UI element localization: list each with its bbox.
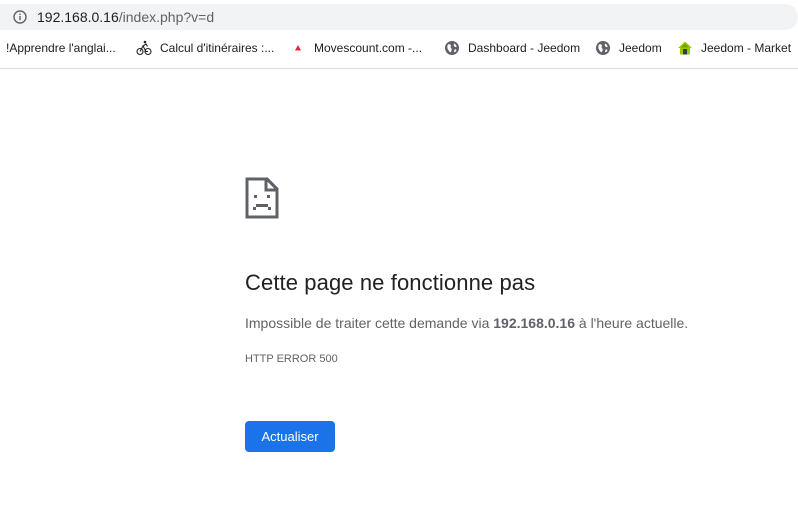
bookmarks-bar: !Apprendre l'anglai... Calcul d'itinérai… [0, 37, 798, 59]
jeedom-house-icon [677, 40, 693, 56]
red-triangle-icon [290, 40, 306, 56]
bookmark-jeedom[interactable]: Jeedom [595, 37, 662, 59]
bookmark-label: Jeedom - Market [701, 41, 792, 55]
error-description-suffix: à l'heure actuelle. [575, 315, 689, 331]
bookmark-label: Movescount.com -... [314, 41, 423, 55]
page-title: Cette page ne fonctionne pas [245, 270, 536, 295]
bookmark-label: Calcul d'itinéraires :... [160, 41, 275, 55]
bike-icon [136, 40, 152, 56]
bookmark-label: Dashboard - Jeedom [468, 41, 581, 55]
url-path: /index.php?v=d [118, 9, 215, 25]
error-description-host: 192.168.0.16 [493, 315, 575, 331]
url-host: 192.168.0.16 [37, 9, 119, 25]
reload-button[interactable]: Actualiser [245, 421, 335, 452]
bookmark-movescount[interactable]: Movescount.com -... [290, 37, 422, 59]
error-description-text: Impossible de traiter cette demande via [245, 315, 494, 331]
bookmark-jeedom-market[interactable]: Jeedom - Market [677, 37, 791, 59]
globe-icon [595, 40, 611, 56]
bookmark-apprendre-anglais[interactable]: !Apprendre l'anglai... [6, 37, 116, 59]
browser-chrome: 192.168.0.16/index.php?v=d !Apprendre l'… [0, 0, 798, 69]
bookmark-label: Jeedom [619, 41, 662, 55]
error-description: Impossible de traiter cette demande via … [245, 314, 688, 332]
bookmark-calcul-itineraires[interactable]: Calcul d'itinéraires :... [136, 37, 274, 59]
bookmark-label: !Apprendre l'anglai... [6, 41, 116, 55]
address-bar[interactable]: 192.168.0.16/index.php?v=d [0, 4, 798, 30]
sad-page-icon [245, 177, 279, 219]
info-icon[interactable] [13, 10, 27, 24]
url-text[interactable]: 192.168.0.16/index.php?v=d [37, 9, 214, 25]
globe-icon [444, 40, 460, 56]
bookmark-dashboard-jeedom[interactable]: Dashboard - Jeedom [444, 37, 580, 59]
error-code: HTTP ERROR 500 [245, 353, 338, 365]
